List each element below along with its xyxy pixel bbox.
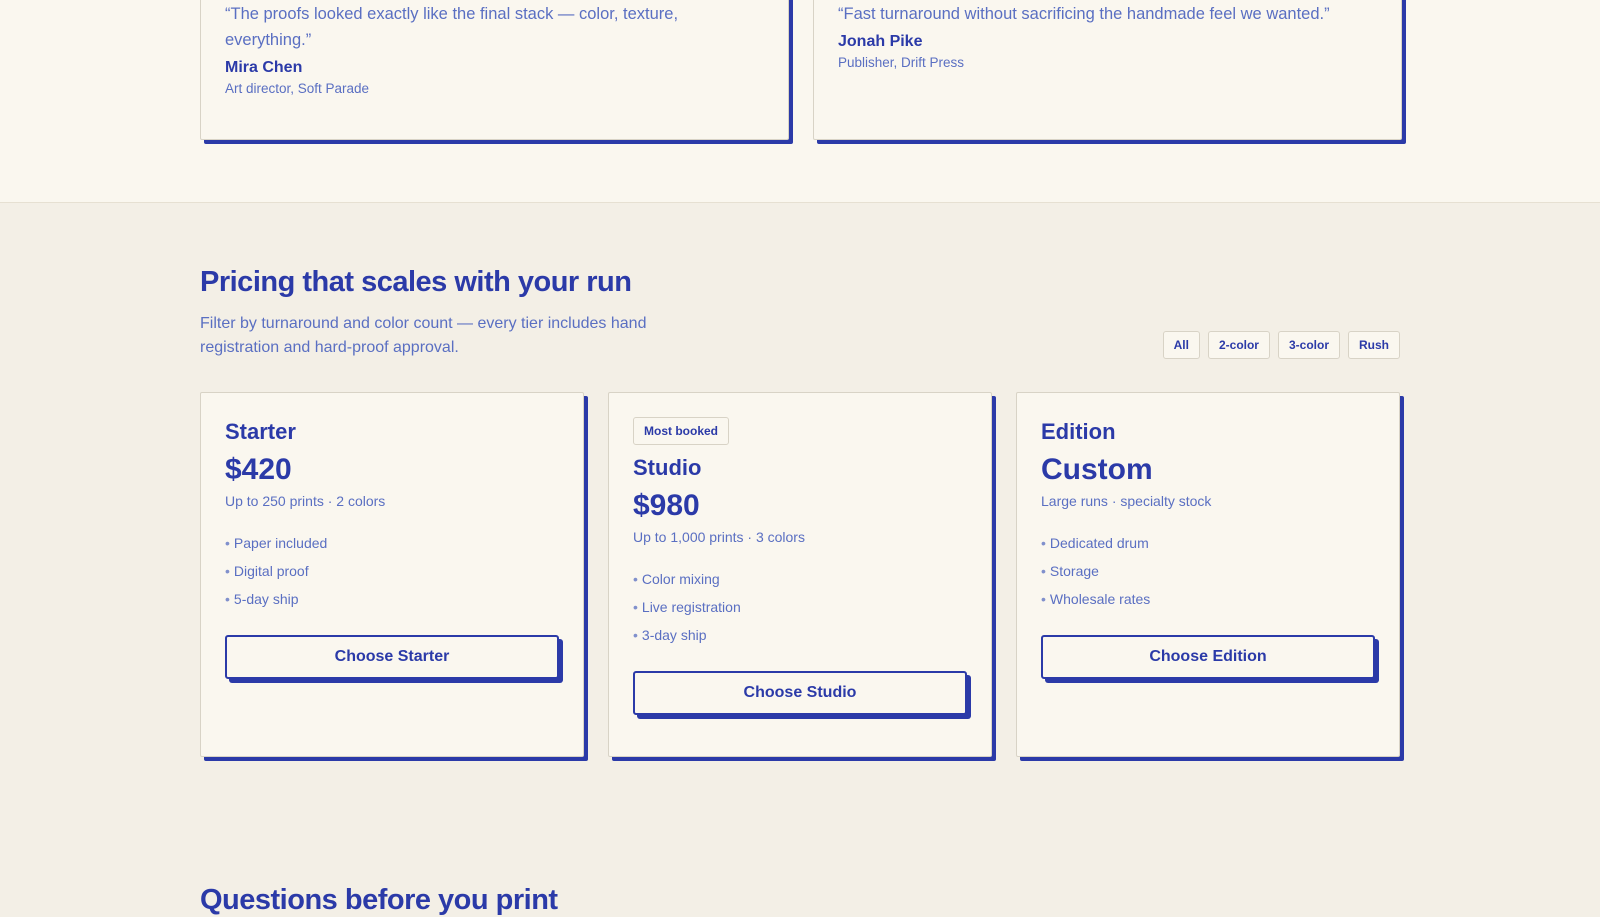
testimonial-quote: “Fast turnaround without sacrificing the… — [838, 5, 1330, 23]
plan-description: Up to 1,000 prints · 3 colors — [633, 529, 805, 545]
plan-price: Custom — [1041, 453, 1153, 486]
plan-price: $420 — [225, 453, 292, 486]
most-booked-badge: Most booked — [633, 417, 729, 445]
plan-card-starter: Starter $420 Up to 250 prints · 2 colors… — [200, 392, 584, 757]
testimonial-card: “The proofs looked exactly like the fina… — [200, 0, 789, 140]
list-item: • Dedicated drum — [1041, 529, 1375, 557]
plan-card-studio: Most booked Studio $980 Up to 1,000 prin… — [608, 392, 992, 757]
list-item: • 3-day ship — [633, 621, 967, 649]
bullet-icon: • — [225, 563, 230, 579]
feature-label: Storage — [1049, 563, 1099, 579]
testimonial-role: Art director, Soft Parade — [225, 81, 370, 96]
plan-description: Large runs · specialty stock — [1041, 493, 1212, 509]
pricing-title: Pricing that scales with your run — [200, 266, 632, 298]
list-item: • 5-day ship — [225, 585, 559, 613]
filter-3-color-chip[interactable]: 3-color — [1277, 331, 1340, 359]
plan-features: • Dedicated drum • Storage • Wholesale rate… — [1041, 529, 1375, 613]
plan-name: Edition — [1041, 419, 1116, 444]
plan-features: • Paper included • Digital proof • 5-day sh… — [225, 529, 559, 613]
filter-rush-chip[interactable]: Rush — [1348, 331, 1400, 359]
plan-card-edition: Edition Custom Large runs · specialty st… — [1016, 392, 1400, 757]
list-item: • Color mixing — [633, 565, 967, 593]
choose-studio-button[interactable]: Choose Studio — [633, 671, 967, 715]
testimonial-card: “Fast turnaround without sacrificing the… — [813, 0, 1402, 140]
testimonial-author: Jonah Pike — [838, 33, 923, 50]
pricing-filters: All 2-color 3-color Rush — [1162, 331, 1400, 359]
bullet-icon: • — [225, 591, 230, 607]
plan-name: Studio — [633, 455, 702, 480]
feature-label: 3-day ship — [641, 627, 707, 643]
plan-features: • Color mixing • Live registration • 3-day … — [633, 565, 967, 649]
filter-2-color-chip[interactable]: 2-color — [1207, 331, 1270, 359]
bullet-icon: • — [225, 535, 230, 551]
testimonial-quote: “The proofs looked exactly like the fina… — [225, 5, 679, 49]
feature-label: Live registration — [641, 599, 741, 615]
feature-label: Paper included — [233, 535, 328, 551]
list-item: • Storage — [1041, 557, 1375, 585]
plan-price: $980 — [633, 489, 700, 522]
list-item: • Wholesale rates — [1041, 585, 1375, 613]
list-item: • Paper included — [225, 529, 559, 557]
list-item: • Digital proof — [225, 557, 559, 585]
bullet-icon: • — [1041, 535, 1046, 551]
bullet-icon: • — [1041, 563, 1046, 579]
testimonial-role: Publisher, Drift Press — [838, 55, 965, 70]
bullet-icon: • — [633, 627, 638, 643]
feature-label: Wholesale rates — [1049, 591, 1151, 607]
feature-label: Digital proof — [233, 563, 309, 579]
list-item: • Live registration — [633, 593, 967, 621]
testimonials-section: “The proofs looked exactly like the fina… — [0, 0, 1600, 203]
testimonial-author: Mira Chen — [225, 59, 303, 76]
feature-label: Color mixing — [641, 571, 720, 587]
bullet-icon: • — [633, 571, 638, 587]
choose-starter-button[interactable]: Choose Starter — [225, 635, 559, 679]
bullet-icon: • — [1041, 591, 1046, 607]
feature-label: 5-day ship — [233, 591, 299, 607]
feature-label: Dedicated drum — [1049, 535, 1149, 551]
plan-description: Up to 250 prints · 2 colors — [225, 493, 386, 509]
bullet-icon: • — [633, 599, 638, 615]
plan-name: Starter — [225, 419, 296, 444]
faq-title: Questions before you print — [200, 884, 558, 916]
filter-all-chip[interactable]: All — [1162, 331, 1200, 359]
pricing-subtitle: Filter by turnaround and color count — e… — [200, 315, 647, 356]
choose-edition-button[interactable]: Choose Edition — [1041, 635, 1375, 679]
